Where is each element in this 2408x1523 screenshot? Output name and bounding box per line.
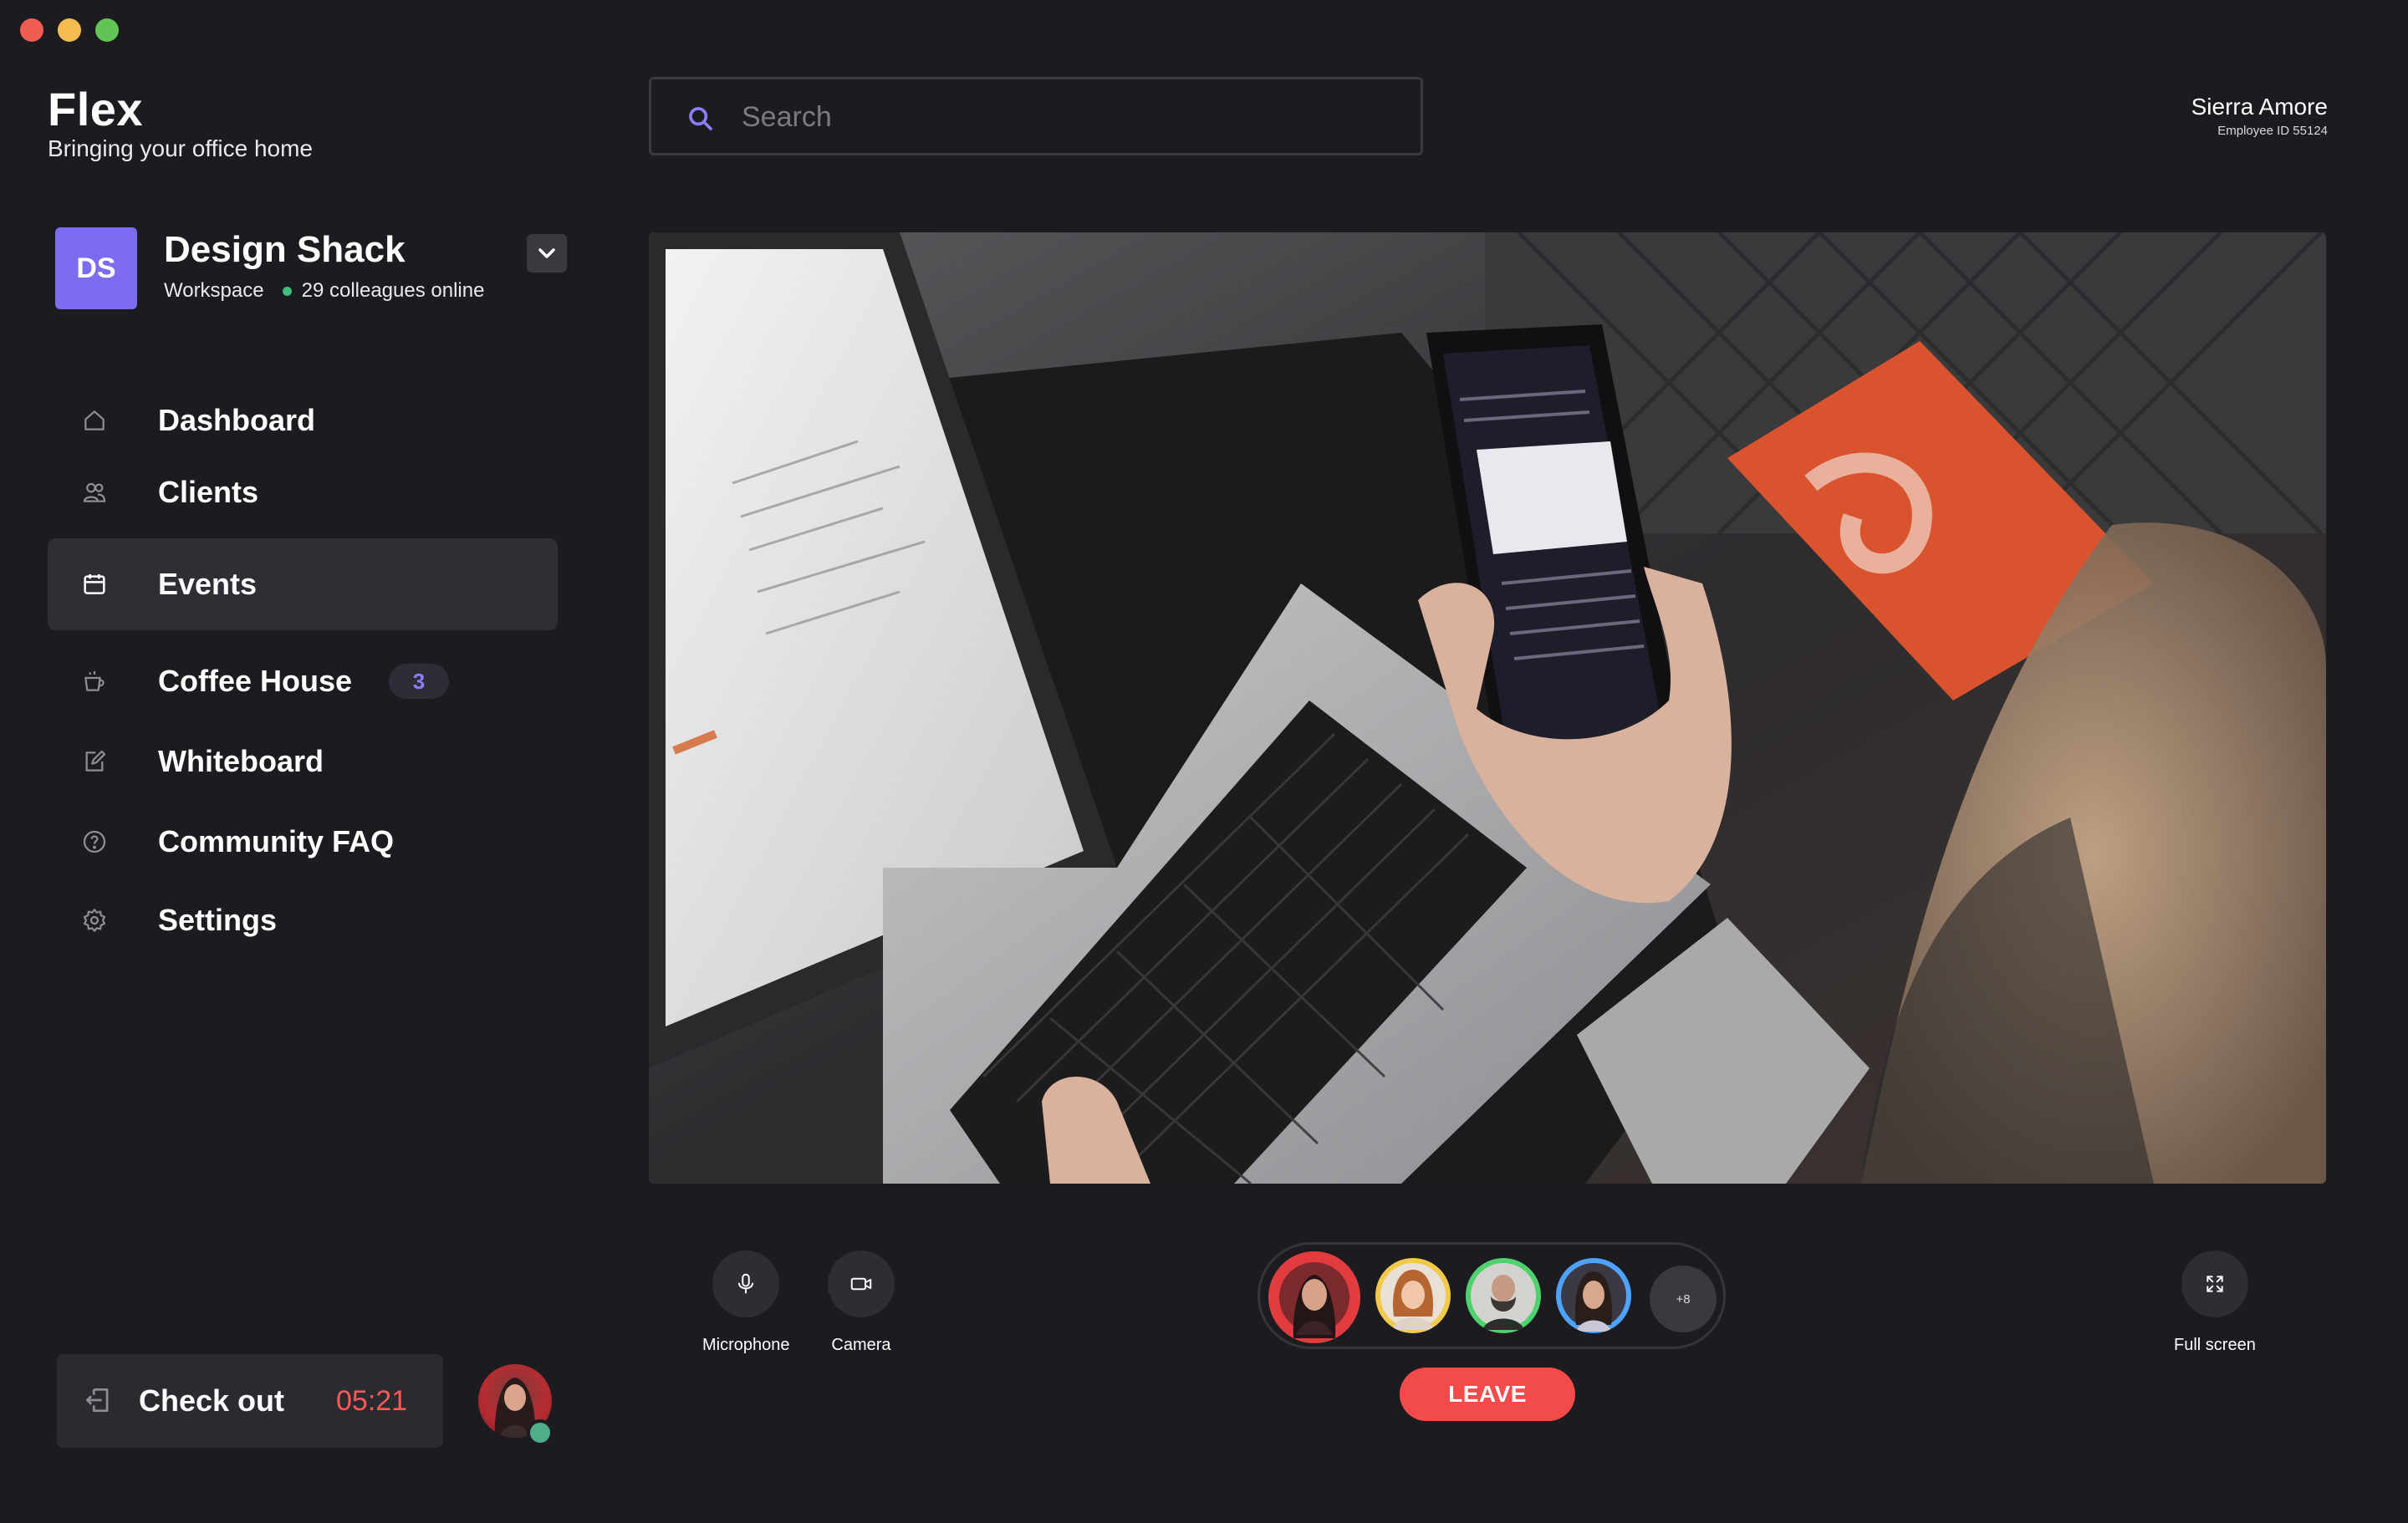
coffee-icon [79,666,110,696]
sign-out-icon [85,1388,109,1413]
gear-icon [79,905,110,935]
nav-label: Whiteboard [158,744,324,778]
more-participants-button[interactable]: +8 [1650,1266,1717,1332]
check-out-label: Check out [139,1383,285,1418]
workspace-name: Design Shack [164,229,406,270]
participant-avatar[interactable] [1466,1258,1541,1333]
nav-item-clients[interactable]: Clients [48,446,558,538]
workspace-meta: Workspace 29 colleagues online [164,279,484,303]
fullscreen-control: Full screen [2174,1250,2256,1355]
microphone-button[interactable] [712,1250,780,1317]
window-controls [20,18,119,42]
close-window-button[interactable] [20,18,43,42]
users-icon [79,477,110,507]
participants-strip: +8 [1258,1242,1726,1349]
nav-label: Events [158,567,258,601]
workspace-avatar[interactable]: DS [55,227,137,309]
nav-label: Clients [158,475,259,509]
app-window: Flex Bringing your office home DS Design… [0,0,2408,1523]
video-feed [649,232,2326,1184]
user-status-indicator [527,1419,554,1446]
nav-item-settings[interactable]: Settings [48,874,558,966]
minimize-window-button[interactable] [58,18,81,42]
camera-label: Camera [831,1336,891,1354]
help-circle-icon [79,827,110,857]
check-out-button[interactable]: Check out 05:21 [57,1354,443,1448]
expand-icon [2206,1276,2223,1292]
leave-button[interactable]: LEAVE [1400,1368,1575,1421]
video-camera-icon [850,1277,872,1291]
workspace-online-count: 29 colleagues online [301,279,485,302]
microphone-control: Microphone [702,1250,790,1355]
nav-label: Community FAQ [158,824,395,858]
workspace-type: Workspace [164,279,264,302]
camera-control: Camera [828,1250,895,1355]
calendar-icon [79,569,110,599]
app-title: Flex [48,83,144,135]
nav-label: Settings [158,903,278,937]
check-out-timer: 05:21 [336,1384,408,1417]
nav-item-events[interactable]: Events [48,538,558,630]
user-name: Sierra Amore [2191,94,2328,120]
edit-icon [79,746,110,777]
notification-badge: 3 [389,664,449,699]
employee-id: Employee ID 55124 [2217,124,2328,138]
nav-label: Dashboard [158,403,316,437]
microphone-icon [738,1273,754,1294]
search-icon [689,107,712,130]
nav-item-coffee-house[interactable]: Coffee House 3 [48,635,558,727]
search-input[interactable] [742,94,1394,140]
chevron-down-icon [538,248,555,258]
fullscreen-label: Full screen [2174,1336,2256,1354]
workspace-dropdown-button[interactable] [527,234,567,273]
fullscreen-button[interactable] [2181,1250,2248,1317]
online-indicator [282,286,292,296]
camera-button[interactable] [828,1250,895,1317]
participant-avatar[interactable] [1375,1258,1451,1333]
nav-item-whiteboard[interactable]: Whiteboard [48,716,558,807]
participant-avatar[interactable] [1556,1258,1631,1333]
app-subtitle: Bringing your office home [48,135,313,161]
maximize-window-button[interactable] [95,18,119,42]
search-bar [649,77,1423,155]
nav-label: Coffee House [158,664,353,698]
home-icon [79,405,110,436]
microphone-label: Microphone [702,1336,790,1354]
participant-avatar[interactable] [1268,1251,1360,1343]
